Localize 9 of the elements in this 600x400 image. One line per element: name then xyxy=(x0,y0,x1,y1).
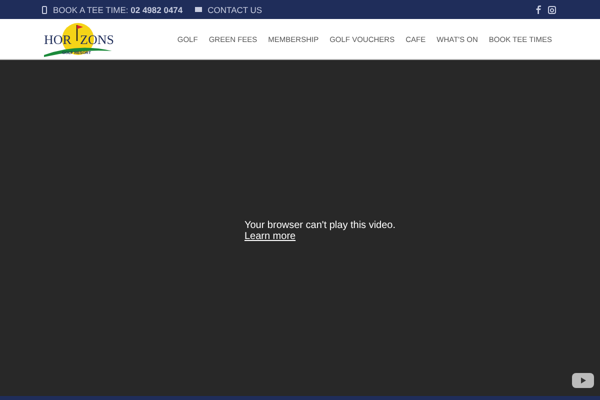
phone-link[interactable]: BOOK A TEE TIME: 02 4982 0474 xyxy=(53,4,183,14)
error-message: Your browser can't play this video. xyxy=(244,220,396,231)
instagram-icon[interactable] xyxy=(548,6,556,14)
contact-link[interactable]: CONTACT US xyxy=(208,4,262,14)
envelope-icon xyxy=(194,7,202,12)
learn-more-link[interactable]: Learn more xyxy=(244,231,296,242)
facebook-icon[interactable] xyxy=(536,5,541,14)
play-logo-icon[interactable] xyxy=(572,373,594,388)
phone-icon xyxy=(42,6,47,14)
